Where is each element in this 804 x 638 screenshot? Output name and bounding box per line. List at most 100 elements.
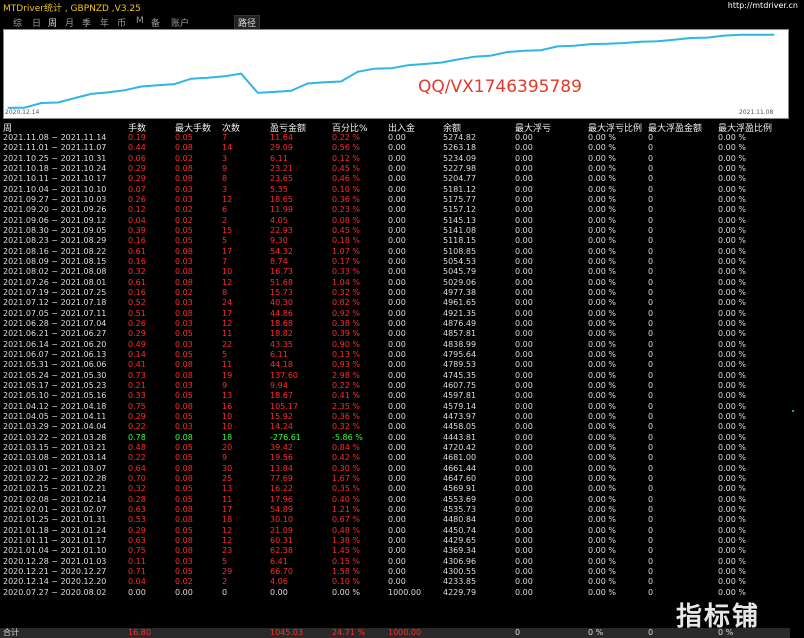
tab-0[interactable]: 综 bbox=[13, 16, 22, 29]
table-row[interactable]: 2021.10.04 ~ 2021.10.10 0.07 0.03 3 5.35 0.10… bbox=[0, 185, 790, 195]
table-cell: 0 bbox=[648, 515, 654, 525]
table-row[interactable]: 2021.02.22 ~ 2021.02.28 0.70 0.08 25 77.69 1.… bbox=[0, 474, 790, 484]
table-row[interactable]: 2021.08.09 ~ 2021.08.15 0.16 0.03 7 8.74 0.17… bbox=[0, 257, 790, 267]
table-row[interactable]: 2021.05.17 ~ 2021.05.23 0.21 0.03 9 9.94 0.22… bbox=[0, 381, 790, 391]
balance-point bbox=[407, 64, 409, 66]
table-row[interactable]: 2021.03.29 ~ 2021.04.04 0.22 0.03 10 14.24 0.… bbox=[0, 422, 790, 432]
table-cell: 24 bbox=[222, 298, 233, 308]
table-row[interactable]: 2021.10.11 ~ 2021.10.17 0.29 0.08 8 23.65 0.4… bbox=[0, 174, 790, 184]
tab-path[interactable]: 路径 bbox=[234, 15, 261, 30]
table-cell: 0 bbox=[648, 453, 654, 463]
table-cell: 0.32 bbox=[128, 267, 146, 277]
scrollbar[interactable] bbox=[790, 121, 804, 638]
table-row[interactable]: 2021.06.28 ~ 2021.07.04 0.26 0.03 12 18.68 0.… bbox=[0, 319, 790, 329]
table-row[interactable]: 2021.03.15 ~ 2021.03.21 0.48 0.05 20 39.42 0.… bbox=[0, 443, 790, 453]
table-cell: 0.00 bbox=[388, 256, 406, 266]
footer-cell: 0 bbox=[648, 628, 654, 637]
table-row[interactable]: 2021.05.10 ~ 2021.05.16 0.33 0.05 13 18.67 0.… bbox=[0, 391, 790, 401]
table-cell: 12 bbox=[222, 194, 233, 204]
tab-2[interactable]: 周 bbox=[48, 16, 57, 29]
table-row[interactable]: 2021.03.08 ~ 2021.03.14 0.22 0.05 9 19.56 0.4… bbox=[0, 453, 790, 463]
table-cell: 0.00 bbox=[388, 329, 406, 339]
balance-point bbox=[423, 63, 425, 65]
tab-6[interactable]: 币 bbox=[117, 16, 126, 29]
table-cell: 0.00 % bbox=[718, 236, 746, 246]
table-row[interactable]: 2020.12.21 ~ 2020.12.27 0.71 0.05 29 66.70 1.… bbox=[0, 567, 790, 577]
table-row[interactable]: 2021.02.08 ~ 2021.02.14 0.28 0.05 11 17.96 0.… bbox=[0, 495, 790, 505]
table-row[interactable]: 2021.01.11 ~ 2021.01.17 0.63 0.08 12 60.31 1.… bbox=[0, 536, 790, 546]
table-row[interactable]: 2021.08.02 ~ 2021.08.08 0.32 0.08 10 16.73 0.… bbox=[0, 267, 790, 277]
table-row[interactable]: 2021.07.05 ~ 2021.07.11 0.51 0.08 17 44.86 0.… bbox=[0, 309, 790, 319]
tab-5[interactable]: 年 bbox=[100, 16, 109, 29]
table-row[interactable]: 2021.02.15 ~ 2021.02.21 0.32 0.05 13 16.22 0.… bbox=[0, 484, 790, 494]
tab-4[interactable]: 季 bbox=[82, 16, 91, 29]
table-row[interactable]: 2020.12.28 ~ 2021.01.03 0.11 0.03 5 6.41 0.15… bbox=[0, 557, 790, 567]
table-cell: 0.00 bbox=[388, 236, 406, 246]
table-row[interactable]: 2021.10.25 ~ 2021.10.31 0.06 0.02 3 6.11 0.12… bbox=[0, 154, 790, 164]
table-row[interactable]: 2021.02.01 ~ 2021.02.07 0.63 0.08 17 54.89 1.… bbox=[0, 505, 790, 515]
table-cell: 0.19 bbox=[128, 133, 146, 142]
table-row[interactable]: 2021.08.30 ~ 2021.09.05 0.39 0.05 15 22.93 0.… bbox=[0, 226, 790, 236]
table-cell: 6.11 bbox=[270, 153, 288, 163]
table-cell: 15.92 bbox=[270, 411, 293, 421]
table-row[interactable]: 2021.04.12 ~ 2021.04.18 0.75 0.08 16 105.17 2… bbox=[0, 402, 790, 412]
table-cell: 22.93 bbox=[270, 225, 293, 235]
table-cell: 0.00 bbox=[515, 308, 533, 318]
table-cell: 0.00 % bbox=[588, 298, 616, 308]
table-row[interactable]: 2020.12.14 ~ 2020.12.20 0.04 0.02 2 4.06 0.10… bbox=[0, 577, 790, 587]
table-row[interactable]: 2021.03.22 ~ 2021.03.28 0.78 0.08 18 -276.61… bbox=[0, 433, 790, 443]
table-cell: 0.00 % bbox=[588, 380, 616, 390]
table-cell: 0.00 bbox=[515, 535, 533, 545]
table-cell: 0.00 bbox=[515, 577, 533, 587]
table-cell: 5141.08 bbox=[443, 225, 477, 235]
table-cell: 2 bbox=[222, 577, 228, 587]
table-row[interactable]: 2021.01.25 ~ 2021.01.31 0.53 0.08 18 30.10 0.… bbox=[0, 515, 790, 525]
tab-7[interactable]: M bbox=[136, 16, 144, 26]
table-cell: 0.00 % bbox=[588, 133, 616, 142]
tab-1[interactable]: 日 bbox=[32, 16, 41, 29]
tab-3[interactable]: 月 bbox=[65, 16, 74, 29]
table-cell: 5 bbox=[222, 556, 228, 566]
table-cell: 0.08 bbox=[175, 308, 193, 318]
balance-point bbox=[240, 72, 242, 75]
table-cell: 10 bbox=[222, 267, 233, 277]
table-row[interactable]: 2021.01.04 ~ 2021.01.10 0.75 0.08 23 62.38 1.… bbox=[0, 546, 790, 556]
table-cell: 0.00 bbox=[515, 494, 533, 504]
table-cell: 0.15 % bbox=[332, 556, 360, 566]
table-row[interactable]: 2020.07.27 ~ 2020.08.02 0.00 0.00 0 0.00 0.00… bbox=[0, 588, 790, 598]
balance-point bbox=[140, 85, 142, 88]
table-row[interactable]: 2021.07.12 ~ 2021.07.18 0.52 0.03 24 40.30 0.… bbox=[0, 298, 790, 308]
table-cell: 0 bbox=[648, 484, 654, 494]
table-row[interactable]: 2021.03.01 ~ 2021.03.07 0.64 0.08 30 13.84 0.… bbox=[0, 464, 790, 474]
table-row[interactable]: 2021.11.08 ~ 2021.11.14 0.19 0.05 7 11.64 0.2… bbox=[0, 133, 790, 143]
table-row[interactable]: 2021.07.19 ~ 2021.07.25 0.16 0.02 8 15.73 0.3… bbox=[0, 288, 790, 298]
table-cell: 0.40 % bbox=[332, 494, 360, 504]
table-cell: 0.00 % bbox=[588, 494, 616, 504]
table-cell: -5.86 % bbox=[332, 432, 363, 442]
table-row[interactable]: 2021.08.16 ~ 2021.08.22 0.61 0.08 17 54.32 1.… bbox=[0, 247, 790, 257]
table-row[interactable]: 2021.01.18 ~ 2021.01.24 0.29 0.05 12 21.09 0.… bbox=[0, 526, 790, 536]
table-row[interactable]: 2021.05.31 ~ 2021.06.06 0.41 0.08 11 44.18 0.… bbox=[0, 360, 790, 370]
table-row[interactable]: 2021.09.20 ~ 2021.09.26 0.12 0.02 6 11.99 0.2… bbox=[0, 205, 790, 215]
table-row[interactable]: 2021.10.18 ~ 2021.10.24 0.29 0.08 9 23.21 0.4… bbox=[0, 164, 790, 174]
table-cell: 4597.81 bbox=[443, 391, 477, 401]
table-row[interactable]: 2021.04.05 ~ 2021.04.11 0.29 0.05 10 15.92 0.… bbox=[0, 412, 790, 422]
table-row[interactable]: 2021.06.21 ~ 2021.06.27 0.29 0.05 11 18.82 0.… bbox=[0, 329, 790, 339]
table-row[interactable]: 2021.08.23 ~ 2021.08.29 0.16 0.05 5 9.30 0.18… bbox=[0, 236, 790, 246]
table-cell: 0.82 % bbox=[332, 298, 360, 308]
site-url[interactable]: http://mtdriver.cn bbox=[728, 1, 798, 10]
table-cell: 2021.08.02 ~ 2021.08.08 bbox=[3, 267, 107, 277]
table-cell: 0.05 bbox=[175, 236, 193, 246]
table-row[interactable]: 2021.09.06 ~ 2021.09.12 0.04 0.02 2 4.05 0.08… bbox=[0, 216, 790, 226]
table-row[interactable]: 2021.09.27 ~ 2021.10.03 0.26 0.03 12 18.65 0.… bbox=[0, 195, 790, 205]
table-row[interactable]: 2021.06.14 ~ 2021.06.20 0.49 0.03 22 43.35 0.… bbox=[0, 340, 790, 350]
balance-point bbox=[57, 101, 59, 104]
table-cell: 4480.84 bbox=[443, 515, 477, 525]
tab-8[interactable]: 备 bbox=[151, 16, 160, 29]
table-row[interactable]: 2021.07.26 ~ 2021.08.01 0.61 0.08 12 51.68 1.… bbox=[0, 278, 790, 288]
table-row[interactable]: 2021.05.24 ~ 2021.05.30 0.73 0.08 19 137.60 2… bbox=[0, 371, 790, 381]
table-cell: 0.75 bbox=[128, 401, 146, 411]
table-row[interactable]: 2021.06.07 ~ 2021.06.13 0.14 0.05 5 6.11 0.13… bbox=[0, 350, 790, 360]
table-row[interactable]: 2021.11.01 ~ 2021.11.07 0.44 0.08 14 29.09 0.… bbox=[0, 143, 790, 153]
tab-9[interactable]: 账户 bbox=[171, 16, 189, 29]
